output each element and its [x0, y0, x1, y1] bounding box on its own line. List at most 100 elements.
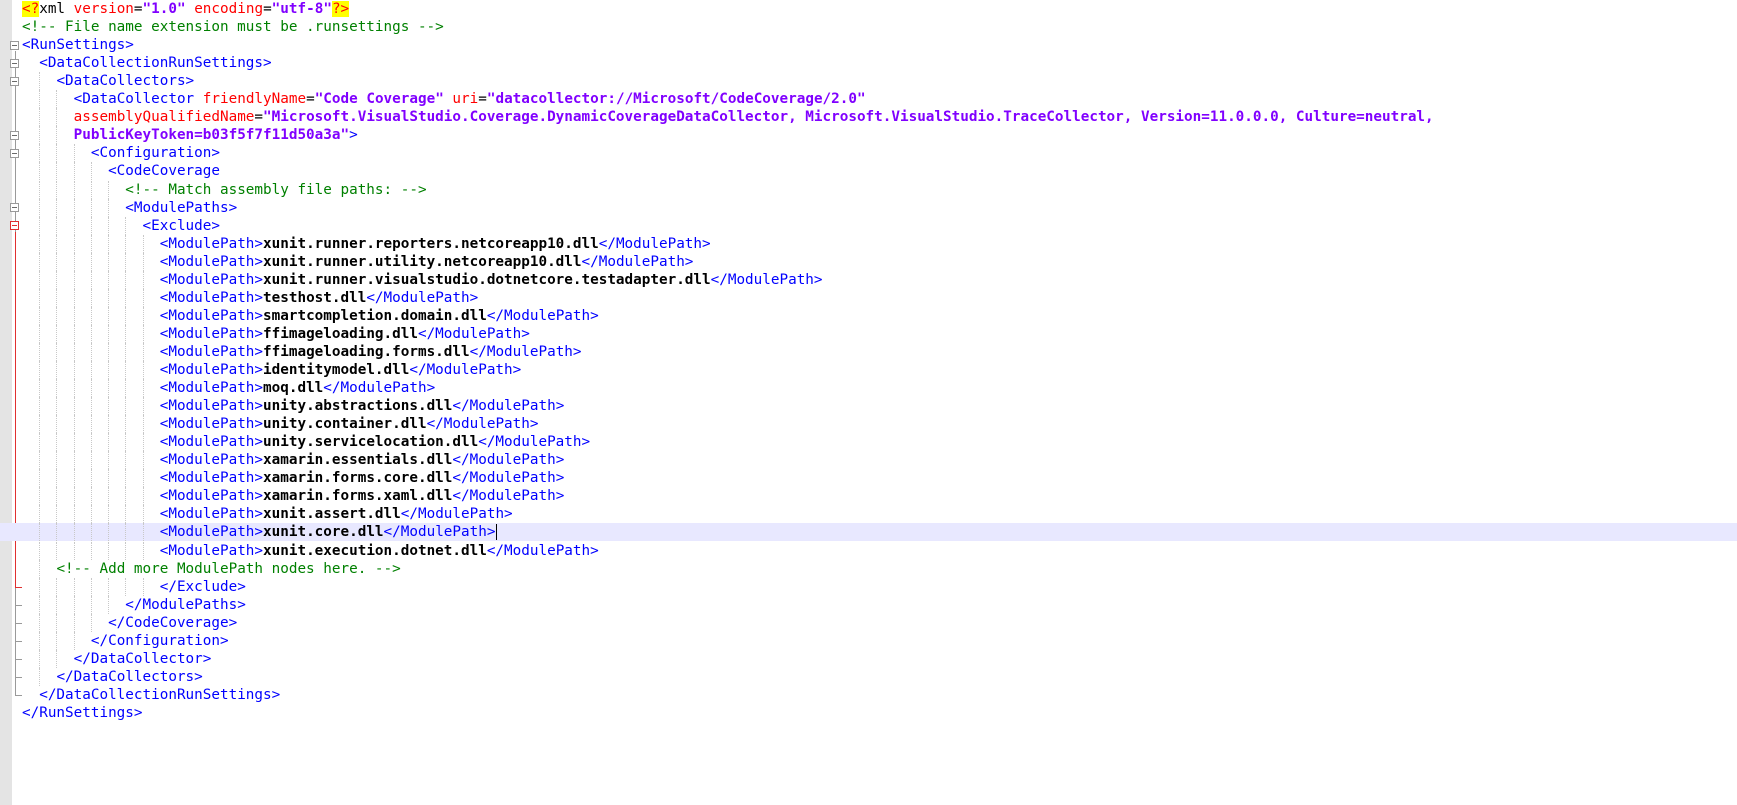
fold-toggle-icon[interactable] [10, 40, 19, 50]
indent-guide [56, 361, 58, 380]
indent-guide [142, 234, 144, 253]
indent-guide [56, 324, 58, 343]
code-line[interactable]: <ModulePath>unity.servicelocation.dll</M… [0, 433, 1737, 452]
code-line-text: assemblyQualifiedName="Microsoft.VisualS… [22, 108, 1434, 128]
code-line[interactable]: </DataCollectionRunSettings> [0, 685, 1737, 704]
code-line[interactable]: <ModulePath>xamarin.essentials.dll</Modu… [0, 451, 1737, 470]
indent-guide [56, 433, 58, 452]
code-line[interactable]: <!-- Add more ModulePath nodes here. --> [0, 559, 1737, 578]
code-line[interactable]: <RunSettings> [0, 36, 1737, 54]
code-line[interactable]: <!-- File name extension must be .runset… [0, 18, 1737, 36]
fold-toggle-icon[interactable] [10, 148, 19, 158]
current-code-line[interactable]: <ModulePath>xunit.core.dll</ModulePath> [0, 523, 1737, 542]
fold-toggle-icon[interactable] [10, 130, 19, 140]
token-tag: <ModulePath> [159, 506, 264, 523]
code-line[interactable]: <ModulePath>moq.dll</ModulePath> [0, 379, 1737, 398]
indent-guide [90, 595, 92, 614]
token-tag: <ModulePath> [159, 271, 264, 288]
indent-guide [56, 577, 58, 596]
indent-guide [56, 108, 58, 127]
fold-toggle-icon[interactable] [10, 76, 19, 86]
code-line-text: <CodeCoverage [22, 162, 220, 182]
code-line[interactable]: <ModulePath>identitymodel.dll</ModulePat… [0, 361, 1737, 380]
indent-guide [73, 379, 75, 398]
indent-guide [90, 342, 92, 361]
code-line[interactable]: <!-- Match assembly file paths: --> [0, 180, 1737, 199]
fold-toggle-icon[interactable] [10, 203, 19, 213]
code-line[interactable]: <ModulePath>xunit.execution.dotnet.dll</… [0, 541, 1737, 560]
code-line[interactable]: <ModulePath>smartcompletion.domain.dll</… [0, 306, 1737, 325]
indent-guide [39, 361, 41, 380]
code-line[interactable]: <DataCollector friendlyName="Code Covera… [0, 90, 1737, 109]
token-val: "datacollector://Microsoft/CodeCoverage/… [486, 91, 866, 108]
code-line[interactable]: PublicKeyToken=b03f5f7f11d50a3a"> [0, 126, 1737, 145]
code-line[interactable]: <ModulePath>xunit.assert.dll</ModulePath… [0, 505, 1737, 524]
code-line[interactable]: <ModulePaths> [0, 198, 1737, 217]
token-tag: </ModulePath> [383, 524, 496, 541]
indent-guide [142, 415, 144, 434]
token-val: "Microsoft.VisualStudio.Coverage.Dynamic… [263, 109, 1434, 126]
code-line[interactable]: </Configuration> [0, 631, 1737, 650]
code-editor[interactable]: <?xml version="1.0" encoding="utf-8"?> <!… [0, 0, 1737, 805]
indent-guide [90, 469, 92, 488]
indent-guide [56, 379, 58, 398]
token-tag: <Configuration> [90, 145, 220, 162]
indent-guide [39, 667, 41, 686]
fold-toggle-icon[interactable] [10, 221, 19, 231]
fold-end-icon [15, 613, 22, 624]
token-attr: friendlyName [202, 91, 307, 108]
indent-guide [90, 306, 92, 325]
indent-guide [73, 144, 75, 163]
token-content: xunit.core.dll [263, 524, 384, 541]
code-line[interactable]: <ModulePath>xunit.runner.visualstudio.do… [0, 270, 1737, 289]
indent-guide [56, 523, 58, 542]
indent-guide [56, 198, 58, 217]
code-line[interactable]: </ModulePaths> [0, 595, 1737, 614]
code-line[interactable]: <ModulePath>xunit.runner.reporters.netco… [0, 234, 1737, 253]
code-line[interactable]: <ModulePath>ffimageloading.dll</ModulePa… [0, 324, 1737, 343]
code-line[interactable]: <ModulePath>xunit.runner.utility.netcore… [0, 252, 1737, 271]
indent-guide [108, 234, 110, 253]
code-line[interactable]: <ModulePath>unity.abstractions.dll</Modu… [0, 397, 1737, 416]
token-content: xamarin.essentials.dll [263, 452, 453, 469]
token-tag: </ModulePath> [366, 289, 479, 306]
token-tag: </ModulePath> [452, 398, 565, 415]
indent-guide [125, 451, 127, 470]
code-line[interactable]: <ModulePath>ffimageloading.forms.dll</Mo… [0, 342, 1737, 361]
code-line[interactable]: assemblyQualifiedName="Microsoft.VisualS… [0, 108, 1737, 128]
code-line[interactable]: <DataCollectors> [0, 72, 1737, 91]
code-line[interactable]: <ModulePath>xamarin.forms.xaml.dll</Modu… [0, 487, 1737, 506]
indent-guide [108, 523, 110, 542]
code-line[interactable]: <Exclude> [0, 216, 1737, 235]
token-plain: = [254, 109, 264, 126]
indent-guide [73, 306, 75, 325]
token-plain: = [133, 1, 143, 17]
token-tag: </RunSettings> [22, 704, 143, 721]
code-line-text: <?xml version="1.0" encoding="utf-8"?> [22, 0, 350, 20]
indent-guide [142, 324, 144, 343]
code-line[interactable]: </DataCollectors> [0, 667, 1737, 686]
token-attr: version [73, 1, 134, 17]
indent-guide [56, 342, 58, 361]
code-line[interactable]: <?xml version="1.0" encoding="utf-8"?> [0, 0, 1737, 18]
code-line[interactable]: <Configuration> [0, 144, 1737, 163]
indent-guide [73, 595, 75, 614]
code-line[interactable]: </CodeCoverage> [0, 613, 1737, 632]
code-line[interactable]: <ModulePath>unity.container.dll</ModuleP… [0, 415, 1737, 434]
token-attr: encoding [194, 1, 264, 17]
code-line[interactable]: <CodeCoverage [0, 162, 1737, 182]
code-line[interactable]: </Exclude> [0, 577, 1737, 596]
code-line[interactable]: <ModulePath>testhost.dll</ModulePath> [0, 288, 1737, 307]
indent-guide [56, 631, 58, 650]
code-line[interactable]: <DataCollectionRunSettings> [0, 54, 1737, 72]
fold-toggle-icon[interactable] [10, 58, 19, 68]
code-line[interactable]: </DataCollector> [0, 649, 1737, 668]
token-content: ffimageloading.forms.dll [263, 343, 470, 360]
code-line[interactable]: </RunSettings> [0, 704, 1737, 722]
indent-guide [39, 415, 41, 434]
code-line[interactable]: <ModulePath>xamarin.forms.core.dll</Modu… [0, 469, 1737, 488]
indent-guide [56, 270, 58, 289]
